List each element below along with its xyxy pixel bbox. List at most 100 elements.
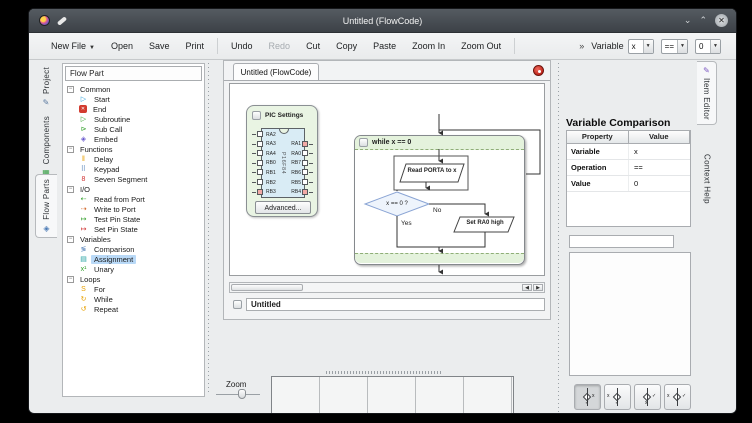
save-button[interactable]: Save — [141, 38, 178, 54]
pin-rb1[interactable] — [257, 169, 263, 175]
layout-option-button-3[interactable]: x✓ — [634, 384, 661, 410]
tree-item-keypad[interactable]: ⠿Keypad — [65, 164, 202, 174]
dock-tab-item-editor[interactable]: ✎Item Editor — [697, 61, 717, 125]
value-combo[interactable]: 0▼ — [695, 39, 721, 54]
column-header-value[interactable]: Value — [628, 130, 691, 144]
pin-rb2[interactable] — [257, 179, 263, 185]
pin-rb0[interactable] — [257, 160, 263, 166]
layout-option-button-7[interactable]: x✓ — [634, 413, 661, 414]
paste-button[interactable]: Paste — [365, 38, 404, 54]
pin-rb5[interactable] — [302, 179, 308, 185]
tree-group-functions[interactable]: −Functions — [65, 144, 202, 154]
cut-button[interactable]: Cut — [298, 38, 328, 54]
item-editor-listbox[interactable] — [569, 252, 691, 376]
copy-button[interactable]: Copy — [328, 38, 365, 54]
undo-button[interactable]: Undo — [223, 38, 261, 54]
scroll-left-button[interactable]: ◀ — [522, 284, 532, 291]
tree-group-i-o[interactable]: −I/O — [65, 184, 202, 194]
read-porta-label[interactable]: Read PORTA to x — [400, 168, 464, 174]
layout-option-button-4[interactable]: x✓ — [664, 384, 691, 410]
tree-expander-icon[interactable]: − — [67, 276, 74, 283]
pin-rb3[interactable] — [257, 189, 263, 195]
tree-item-for[interactable]: SFor — [65, 284, 202, 294]
zoom-slider-thumb[interactable] — [238, 389, 246, 399]
item-editor-input[interactable] — [569, 235, 674, 248]
tree-expander-icon[interactable]: − — [67, 236, 74, 243]
sidebar-tab-flow-parts[interactable]: Flow Parts◈ — [35, 174, 57, 238]
decision-label[interactable]: x == 0 ? — [369, 201, 425, 207]
document-close-button[interactable] — [533, 65, 544, 76]
sidebar-tab-project[interactable]: Project✎ — [35, 63, 57, 111]
toolbar-overflow-icon[interactable]: » — [579, 41, 583, 51]
pin-ra4[interactable] — [257, 150, 263, 156]
tree-expander-icon[interactable]: − — [67, 186, 74, 193]
column-header-property[interactable]: Property — [566, 130, 629, 144]
while-loop-box[interactable]: while x == 0 — [354, 135, 525, 265]
variable-combo[interactable]: x▼ — [628, 39, 654, 54]
scroll-right-button[interactable]: ▶ — [533, 284, 543, 291]
pin-rb6[interactable] — [302, 169, 308, 175]
property-row-variable[interactable]: Variablex — [567, 144, 690, 160]
tree-expander-icon[interactable]: − — [67, 86, 74, 93]
tree-group-variables[interactable]: −Variables — [65, 234, 202, 244]
pin-ra0[interactable] — [302, 150, 308, 156]
right-splitter[interactable] — [557, 63, 560, 414]
property-row-operation[interactable]: Operation== — [567, 160, 690, 176]
tree-item-while[interactable]: ↻While — [65, 294, 202, 304]
layout-option-button-8[interactable]: x✓ — [664, 413, 691, 414]
title-bar[interactable]: Untitled (FlowCode) ⌄ ⌃ ✕ — [29, 9, 736, 33]
print-button[interactable]: Print — [178, 38, 213, 54]
caption-checkbox[interactable] — [233, 300, 242, 309]
tree-item-test-pin-state[interactable]: ↦Test Pin State — [65, 214, 202, 224]
pin-ra2[interactable] — [257, 131, 263, 137]
caption-field[interactable]: Untitled — [246, 298, 545, 311]
chevron-down-icon[interactable]: ▼ — [710, 40, 720, 53]
dock-tab-context-help[interactable]: Context Help — [697, 150, 717, 208]
tree-item-repeat[interactable]: ↺Repeat — [65, 304, 202, 314]
pin-ra1[interactable] — [302, 141, 308, 147]
tree-item-read-from-port[interactable]: ⇠Read from Port — [65, 194, 202, 204]
pin-rb4[interactable] — [302, 189, 308, 195]
chevron-down-icon[interactable]: ▼ — [643, 40, 653, 53]
chevron-down-icon[interactable]: ▼ — [677, 40, 687, 53]
flow-part-header[interactable]: Flow Part — [65, 66, 202, 81]
tree-expander-icon[interactable]: − — [67, 146, 74, 153]
layout-option-button-6[interactable]: x✓ — [604, 413, 631, 414]
operation-combo[interactable]: ==▼ — [661, 39, 688, 54]
set-ra0-label[interactable]: Set RA0 high — [456, 220, 514, 226]
tree-item-embed[interactable]: ◈Embed — [65, 134, 202, 144]
tree-item-comparison[interactable]: ≶Comparison — [65, 244, 202, 254]
oscilloscope-splitter-handle[interactable] — [326, 371, 442, 374]
flowchart-canvas[interactable]: PIC Settings P16F84 RA2RA3RA4RB0RB1RB2RB… — [229, 83, 545, 276]
tree-group-loops[interactable]: −Loops — [65, 274, 202, 284]
tree-item-delay[interactable]: ‖Delay — [65, 154, 202, 164]
sidebar-tab-components[interactable]: Components▦ — [35, 112, 57, 181]
while-loop-checkbox[interactable] — [359, 138, 368, 147]
tree-item-write-to-port[interactable]: ⇢Write to Port — [65, 204, 202, 214]
property-row-value[interactable]: Value0 — [567, 176, 690, 192]
open-button[interactable]: Open — [103, 38, 141, 54]
canvas-horizontal-scrollbar[interactable]: ◀ ▶ — [229, 282, 545, 293]
new-file-button[interactable]: New File▼ — [43, 38, 103, 54]
pic-settings-panel[interactable]: PIC Settings P16F84 RA2RA3RA4RB0RB1RB2RB… — [246, 105, 318, 217]
zoom-in-button[interactable]: Zoom In — [404, 38, 453, 54]
tree-item-sub-call[interactable]: ⊳Sub Call — [65, 124, 202, 134]
tree-group-common[interactable]: −Common — [65, 84, 202, 94]
pin-rb7[interactable] — [302, 160, 308, 166]
tree-item-unary[interactable]: x¹Unary — [65, 264, 202, 274]
document-tab[interactable]: Untitled (FlowCode) — [233, 63, 319, 80]
layout-option-button-1[interactable]: x✓ — [574, 384, 601, 410]
tree-item-seven-segment[interactable]: 8Seven Segment — [65, 174, 202, 184]
layout-option-button-2[interactable]: x✓ — [604, 384, 631, 410]
left-splitter[interactable] — [207, 63, 210, 393]
layout-option-button-5[interactable]: x✓ — [574, 413, 601, 414]
pic-settings-checkbox[interactable] — [252, 111, 261, 120]
scrollbar-thumb[interactable] — [231, 284, 303, 291]
tree-item-subroutine[interactable]: ▷Subroutine — [65, 114, 202, 124]
tree-item-end[interactable]: ✕End — [65, 104, 202, 114]
zoom-out-button[interactable]: Zoom Out — [453, 38, 509, 54]
tree-item-set-pin-state[interactable]: ↦Set Pin State — [65, 224, 202, 234]
tree-item-start[interactable]: ▷Start — [65, 94, 202, 104]
tree-item-assignment[interactable]: ▤Assignment — [65, 254, 202, 264]
pin-ra3[interactable] — [257, 141, 263, 147]
